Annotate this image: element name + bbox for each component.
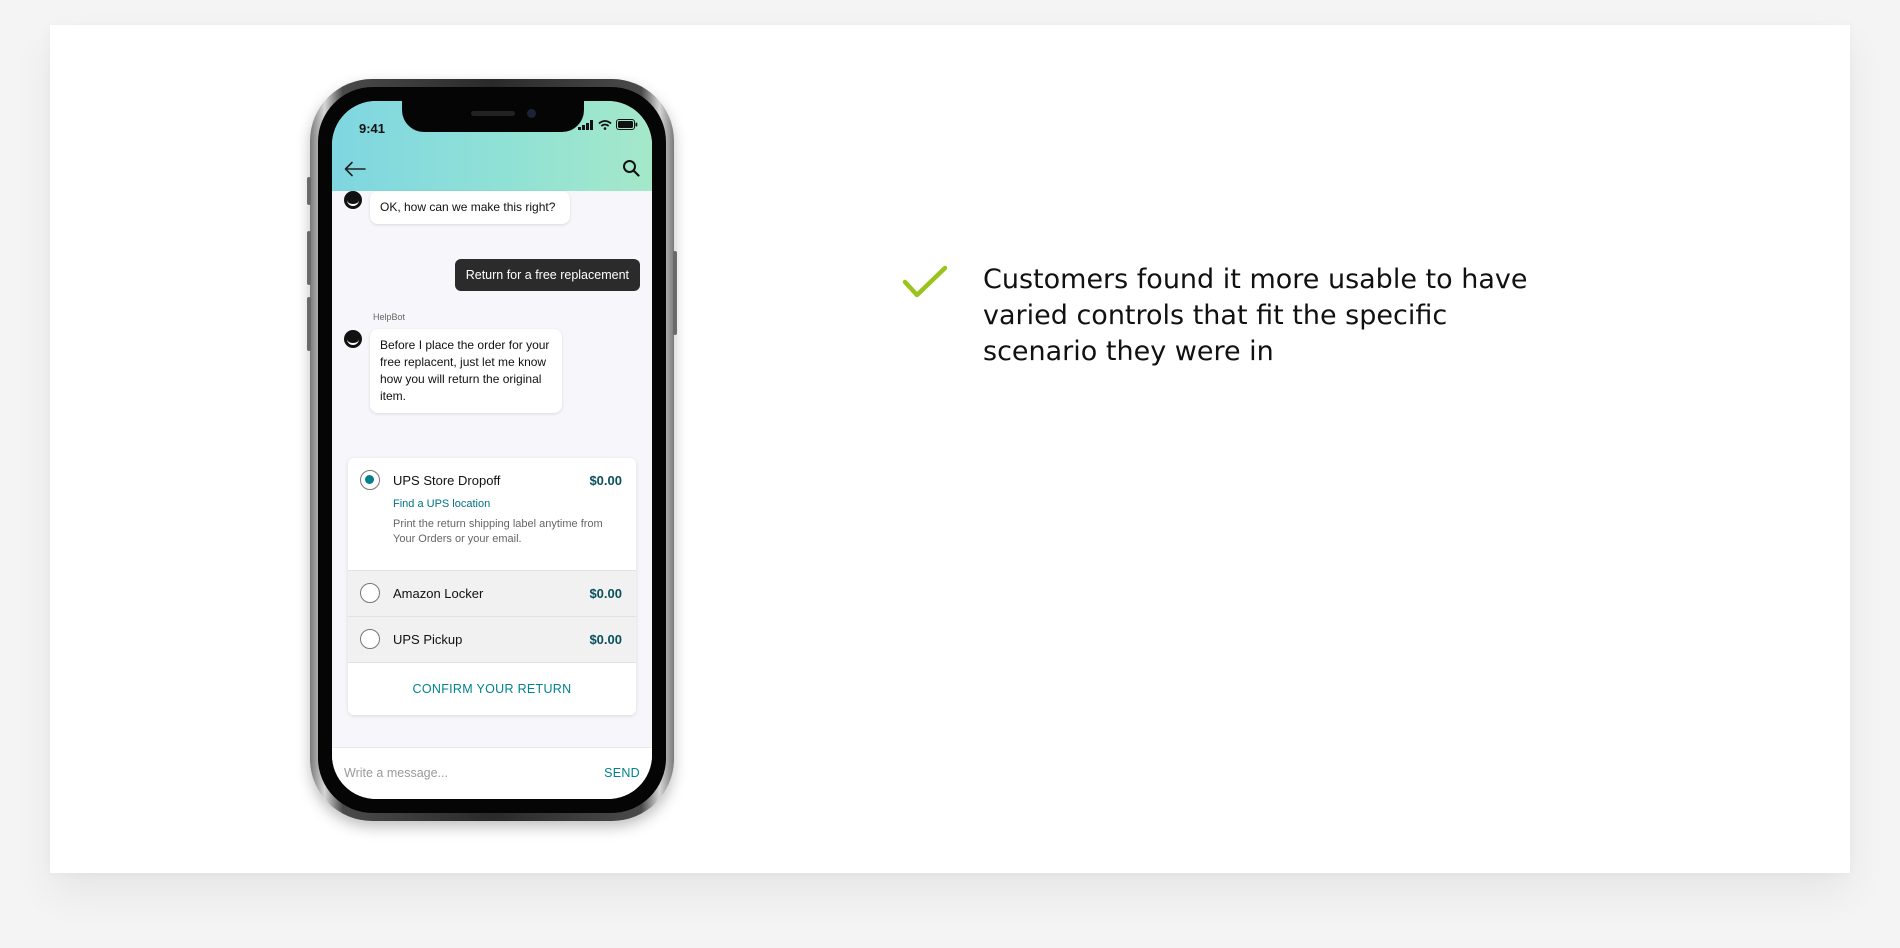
wifi-icon (598, 119, 612, 130)
option-price: $0.00 (589, 473, 622, 488)
radio-button-selected[interactable] (360, 470, 380, 490)
battery-icon (616, 119, 638, 130)
status-time: 9:41 (359, 121, 386, 136)
message-composer: Write a message... SEND (332, 747, 652, 799)
phone-notch (402, 101, 584, 132)
option-price: $0.00 (589, 632, 622, 647)
option-name: UPS Pickup (393, 632, 463, 647)
phone-bezel: 9:41 OK, how can we make this right? Ret… (318, 87, 666, 813)
bot-name-label: HelpBot (373, 312, 406, 322)
radio-button[interactable] (360, 629, 380, 649)
user-message-bubble: Return for a free replacement (454, 259, 640, 291)
camera-icon (527, 109, 536, 118)
search-icon[interactable] (622, 159, 640, 177)
option-name: Amazon Locker (393, 586, 484, 601)
bot-message-bubble: Before I place the order for your free r… (370, 329, 562, 413)
helpbot-avatar (344, 330, 362, 348)
back-arrow-icon[interactable] (344, 161, 366, 177)
phone-mockup: 9:41 OK, how can we make this right? Ret… (307, 79, 677, 821)
phone-screen: 9:41 OK, how can we make this right? Ret… (332, 101, 652, 799)
power-button (673, 251, 677, 335)
checkmark-icon (902, 265, 948, 298)
send-button[interactable]: SEND (604, 766, 640, 780)
return-option-ups-pickup[interactable]: UPS Pickup $0.00 (348, 616, 636, 662)
volume-down-button (307, 297, 311, 351)
option-price: $0.00 (589, 586, 622, 601)
return-option-amazon-locker[interactable]: Amazon Locker $0.00 (348, 570, 636, 616)
bot-message-bubble: OK, how can we make this right? (370, 191, 570, 224)
radio-button[interactable] (360, 583, 380, 603)
volume-up-button (307, 231, 311, 285)
option-name: UPS Store Dropoff (393, 473, 501, 488)
insight-text: Customers found it more usable to have v… (983, 264, 1528, 367)
option-description: Print the return shipping label anytime … (393, 518, 603, 545)
slide-card: 9:41 OK, how can we make this right? Ret… (50, 25, 1850, 873)
status-icons (578, 119, 638, 130)
message-input[interactable]: Write a message... (344, 766, 448, 780)
mute-switch (307, 177, 311, 205)
speaker-grille (471, 111, 515, 116)
helpbot-avatar (344, 191, 362, 209)
confirm-return-button[interactable]: CONFIRM YOUR RETURN (348, 662, 636, 715)
chat-thread: OK, how can we make this right? Return f… (332, 191, 652, 747)
return-option-ups-store[interactable]: UPS Store Dropoff $0.00 Find a UPS locat… (348, 458, 636, 570)
return-options-card: UPS Store Dropoff $0.00 Find a UPS locat… (348, 458, 636, 715)
find-ups-location-link[interactable]: Find a UPS location (393, 498, 490, 510)
